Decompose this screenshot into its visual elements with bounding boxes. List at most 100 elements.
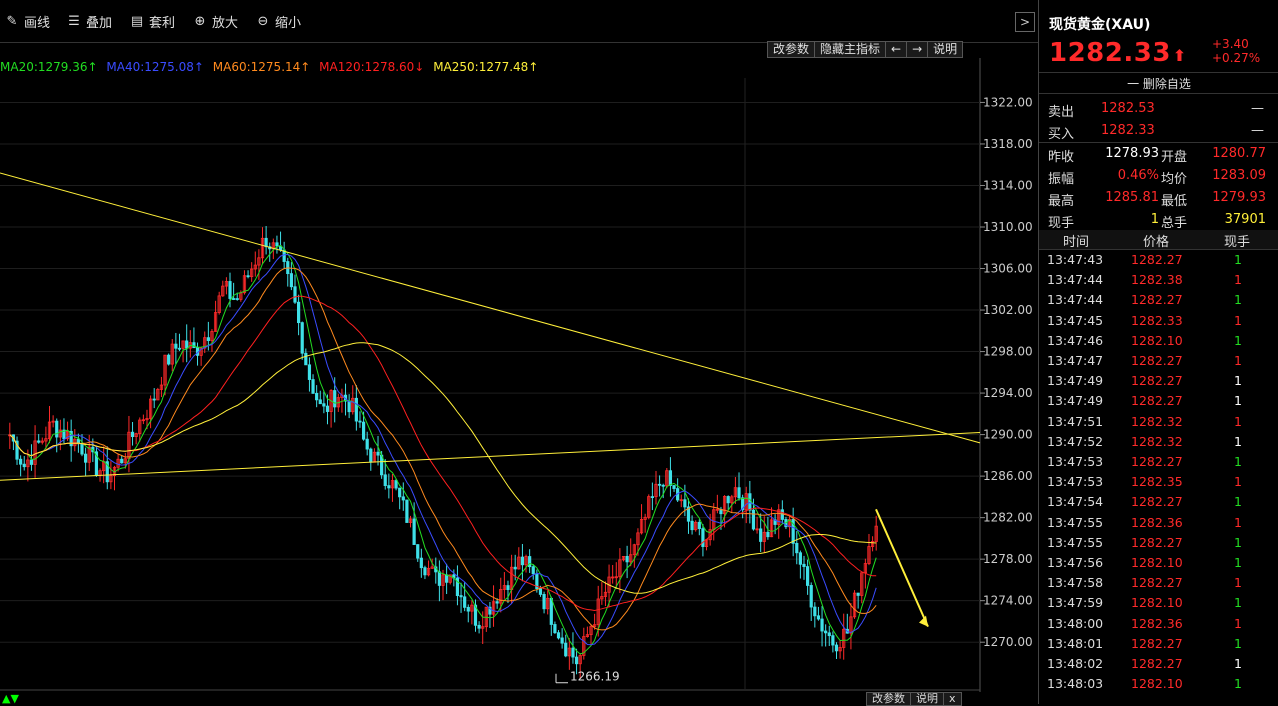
candle-body [19, 458, 23, 465]
candle-body [553, 624, 557, 634]
candle-body [748, 493, 752, 511]
zoom-in-icon: ⊕ [194, 13, 206, 29]
draw-line-button[interactable]: ✎ 画线 [4, 0, 50, 42]
tick-price: 1282.27 [1131, 353, 1183, 368]
tick-qty: 1 [1234, 454, 1242, 469]
tick-row: 13:47:55 1282.36 1 [1039, 513, 1278, 533]
candle-body [459, 595, 463, 598]
zoom-out-button[interactable]: ⊖ 缩小 [255, 0, 301, 42]
tick-row: 13:48:00 1282.36 1 [1039, 614, 1278, 634]
candle-body [560, 637, 564, 644]
hide-main-indicator-button[interactable]: 隐藏主指标 [814, 41, 887, 58]
y-tick-label: 1294.00 [983, 386, 1033, 400]
tick-qty: 1 [1234, 514, 1242, 530]
candle-body [650, 496, 654, 498]
tick-price: 1282.27 [1131, 292, 1183, 308]
overlay-button[interactable]: ☰ 叠加 [66, 0, 112, 42]
tick-row: 13:47:45 1282.33 1 [1039, 311, 1278, 331]
candle-body [293, 286, 297, 303]
candle-body [376, 451, 380, 456]
tick-time: 13:47:46 [1047, 332, 1104, 348]
tick-row: 13:47:56 1282.10 1 [1039, 553, 1278, 573]
candle-body [466, 606, 470, 612]
scroll-right-button[interactable]: → [906, 41, 929, 58]
tick-qty: 1 [1234, 373, 1242, 389]
stat-value: 1278.93 [1105, 146, 1159, 161]
candle-body [834, 644, 839, 652]
tick-price: 1282.27 [1131, 635, 1183, 651]
y-tick-label: 1290.00 [983, 428, 1033, 442]
candle-body [701, 528, 705, 547]
candle-body [806, 566, 810, 586]
buy-volume: — [1251, 123, 1264, 138]
candle-body [661, 484, 665, 487]
remove-favorite-button[interactable]: 一 删除自选 [1039, 72, 1278, 94]
tick-time: 13:47:55 [1047, 534, 1104, 550]
y-tick-label: 1282.00 [983, 511, 1033, 525]
tick-time: 13:47:54 [1047, 494, 1104, 510]
candle-body [657, 483, 662, 486]
candle-body [528, 556, 532, 568]
last-price: 1282.33 ⬆ [1049, 38, 1187, 68]
candle-body [235, 298, 239, 300]
change-value: +3.40 [1212, 37, 1249, 51]
tick-price: 1282.27 [1131, 575, 1183, 591]
tick-row: 13:47:43 1282.27 1 [1039, 250, 1278, 270]
candle-body [495, 601, 499, 604]
tick-qty: 1 [1234, 292, 1242, 308]
last-price-value: 1282.33 [1049, 38, 1171, 68]
candle-body [809, 585, 813, 608]
candle-body [120, 458, 124, 464]
candle-body [304, 352, 308, 366]
candle-body [130, 431, 135, 438]
arbitrage-icon: ▤ [130, 13, 144, 29]
candle-body [185, 340, 189, 349]
ma120-value: MA120:1278.60↓ [319, 60, 425, 74]
candle-body [84, 453, 88, 463]
candle-body [228, 281, 232, 299]
scroll-left-button[interactable]: ← [885, 41, 908, 58]
candle-body [398, 487, 402, 498]
price-chart[interactable]: 1322.00 1318.00 1314.00 1310.00 1306.00 1302.… [0, 58, 1038, 692]
candle-body [358, 420, 362, 423]
layers-icon: ☰ [68, 13, 80, 29]
buy-row: 买入 1282.33 — [1039, 120, 1278, 142]
support-trendline [0, 432, 981, 481]
tick-time: 13:47:56 [1047, 555, 1104, 570]
arbitrage-button[interactable]: ▤ 套利 [129, 0, 175, 42]
tick-qty: 1 [1234, 534, 1242, 550]
edit-params-button[interactable]: 改参数 [767, 41, 816, 58]
collapse-panel-button[interactable]: > [1015, 12, 1035, 32]
candle-body [37, 440, 41, 443]
candle-body [564, 642, 568, 657]
tick-price: 1282.10 [1131, 555, 1183, 570]
candle-body [289, 273, 293, 288]
candle-body [827, 632, 831, 637]
candle-body [672, 485, 676, 489]
pencil-icon: ✎ [6, 13, 18, 29]
candle-body [311, 379, 315, 394]
candle-body [167, 354, 171, 365]
candle-body [820, 618, 824, 632]
sell-label: 卖出 [1048, 105, 1075, 120]
candle-body [697, 521, 701, 530]
tick-row: 13:47:53 1282.35 1 [1039, 472, 1278, 492]
help-button[interactable]: 说明 [927, 41, 964, 58]
tick-time: 13:48:01 [1047, 635, 1104, 651]
candle-body [571, 647, 575, 658]
candle-body [206, 337, 210, 341]
candle-body [401, 496, 405, 501]
tick-time: 13:47:43 [1047, 252, 1104, 267]
tick-price: 1282.10 [1131, 676, 1183, 692]
tick-price: 1282.27 [1131, 373, 1183, 389]
y-tick-label: 1286.00 [983, 469, 1033, 483]
candle-body [307, 364, 312, 380]
candle-body [683, 499, 687, 508]
candle-body [365, 438, 369, 450]
candle-body [412, 518, 416, 545]
candle-body [152, 398, 156, 401]
zoom-in-button[interactable]: ⊕ 放大 [192, 0, 238, 42]
candle-body [751, 509, 756, 530]
zoom-out-label: 缩小 [275, 15, 302, 31]
ticks-header: 时间 价格 现手 [1039, 230, 1278, 250]
